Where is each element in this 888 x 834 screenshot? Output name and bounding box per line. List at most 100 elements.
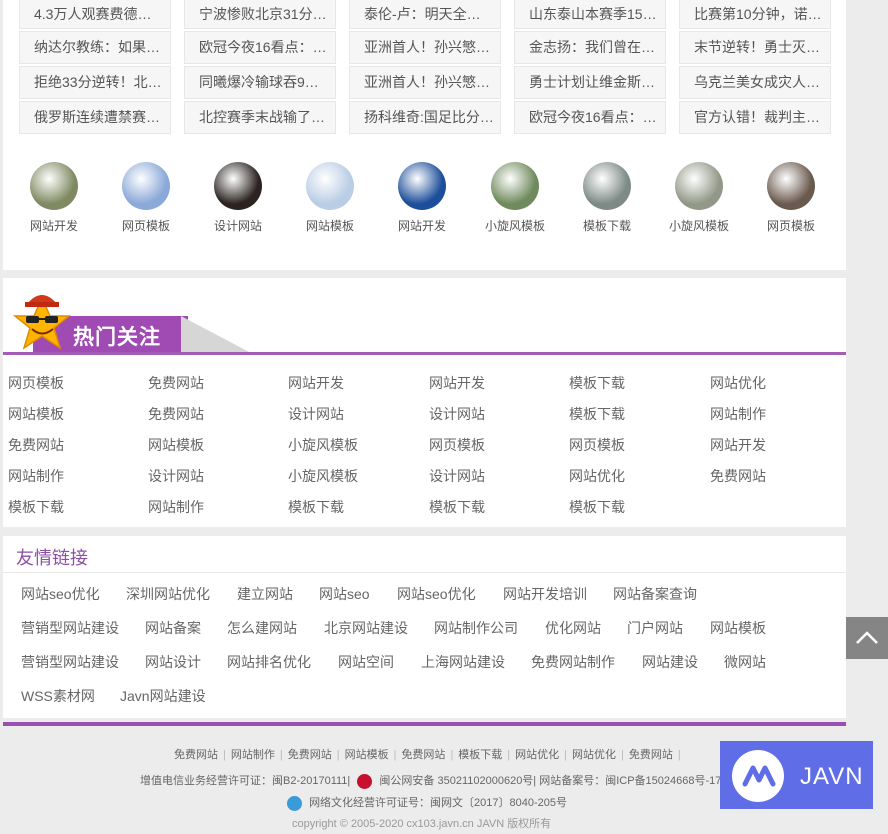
hot-link[interactable]: 设计网站 — [429, 466, 485, 486]
hot-link[interactable]: 网站制作 — [148, 497, 204, 517]
friend-link[interactable]: 网站设计 — [145, 652, 201, 672]
hot-link[interactable]: 网站模板 — [8, 404, 64, 424]
news-link[interactable]: 拒绝33分逆转！北… — [19, 66, 171, 99]
thumbnail-image[interactable] — [398, 162, 446, 210]
thumbnail-item[interactable]: 小旋风模板 — [653, 162, 745, 234]
hot-link[interactable]: 免费网站 — [148, 373, 204, 393]
news-link[interactable]: 金志扬：我们曾在… — [514, 31, 666, 64]
thumbnail-caption[interactable]: 小旋风模板 — [653, 217, 745, 234]
friend-link[interactable]: 网站空间 — [338, 652, 394, 672]
friend-link[interactable]: WSS素材网 — [21, 686, 95, 706]
hot-link[interactable]: 小旋风模板 — [288, 435, 358, 455]
news-link[interactable]: 纳达尔教练：如果… — [19, 31, 171, 64]
hot-link[interactable]: 模板下载 — [569, 373, 625, 393]
thumbnail-caption[interactable]: 网页模板 — [100, 217, 192, 234]
thumbnail-caption[interactable]: 设计网站 — [192, 217, 284, 234]
thumbnail-item[interactable]: 设计网站 — [192, 162, 284, 234]
hot-link[interactable]: 网站制作 — [8, 466, 64, 486]
thumbnail-image[interactable] — [491, 162, 539, 210]
thumbnail-image[interactable] — [30, 162, 78, 210]
news-link[interactable]: 4.3万人观赛费德… — [19, 0, 171, 29]
hot-link[interactable]: 免费网站 — [8, 435, 64, 455]
hot-link[interactable]: 设计网站 — [148, 466, 204, 486]
friend-link[interactable]: 北京网站建设 — [324, 618, 408, 638]
hot-link[interactable]: 免费网站 — [148, 404, 204, 424]
footer-link[interactable]: 网站优化 — [515, 749, 559, 761]
javn-badge[interactable]: JAVN — [720, 741, 873, 809]
thumbnail-item[interactable]: 网站模板 — [284, 162, 376, 234]
friend-link[interactable]: 建立网站 — [237, 584, 293, 604]
news-link[interactable]: 同曦爆冷输球吞9… — [184, 66, 336, 99]
news-link[interactable]: 欧冠今夜16看点：… — [184, 31, 336, 64]
footer-culture[interactable]: 网络文化经营许可证号：闽网文〔2017〕8040-205号 — [309, 797, 567, 809]
thumbnail-item[interactable]: 小旋风模板 — [469, 162, 561, 234]
thumbnail-caption[interactable]: 网站开发 — [8, 217, 100, 234]
thumbnail-caption[interactable]: 网站模板 — [284, 217, 376, 234]
friend-link[interactable]: 网站备案 — [145, 618, 201, 638]
friend-link[interactable]: 免费网站制作 — [531, 652, 615, 672]
friend-link[interactable]: 营销型网站建设 — [21, 652, 119, 672]
footer-link[interactable]: 网站制作 — [231, 749, 275, 761]
hot-link[interactable]: 模板下载 — [569, 404, 625, 424]
hot-link[interactable]: 网页模板 — [569, 435, 625, 455]
hot-link[interactable]: 网站制作 — [710, 404, 766, 424]
friend-link[interactable]: 怎么建网站 — [227, 618, 297, 638]
hot-link[interactable]: 模板下载 — [288, 497, 344, 517]
hot-link[interactable]: 网页模板 — [8, 373, 64, 393]
news-link[interactable]: 比赛第10分钟，诺… — [679, 0, 831, 29]
news-link[interactable]: 扬科维奇:国足比分… — [349, 101, 501, 134]
friend-link[interactable]: 网站制作公司 — [434, 618, 518, 638]
thumbnail-item[interactable]: 网页模板 — [745, 162, 837, 234]
hot-link[interactable]: 设计网站 — [429, 404, 485, 424]
thumbnail-caption[interactable]: 小旋风模板 — [469, 217, 561, 234]
back-to-top-button[interactable] — [846, 617, 888, 659]
thumbnail-item[interactable]: 模板下载 — [561, 162, 653, 234]
friend-link[interactable]: Javn网站建设 — [120, 686, 206, 706]
hot-link[interactable]: 模板下载 — [8, 497, 64, 517]
footer-link[interactable]: 免费网站 — [174, 749, 218, 761]
news-link[interactable]: 勇士计划让维金斯… — [514, 66, 666, 99]
news-link[interactable]: 俄罗斯连续遭禁赛… — [19, 101, 171, 134]
hot-link[interactable]: 网站优化 — [710, 373, 766, 393]
hot-link[interactable]: 网页模板 — [429, 435, 485, 455]
thumbnail-item[interactable]: 网站开发 — [8, 162, 100, 234]
hot-link[interactable]: 网站开发 — [429, 373, 485, 393]
thumbnail-caption[interactable]: 网页模板 — [745, 217, 837, 234]
thumbnail-item[interactable]: 网站开发 — [376, 162, 468, 234]
friend-link[interactable]: 网站建设 — [642, 652, 698, 672]
thumbnail-image[interactable] — [214, 162, 262, 210]
hot-link[interactable]: 网站优化 — [569, 466, 625, 486]
footer-link[interactable]: 网站优化 — [572, 749, 616, 761]
friend-link[interactable]: 网站备案查询 — [613, 584, 697, 604]
news-link[interactable]: 宁波惨败北京31分… — [184, 0, 336, 29]
thumbnail-image[interactable] — [122, 162, 170, 210]
news-link[interactable]: 泰伦-卢：明天全… — [349, 0, 501, 29]
friend-link[interactable]: 优化网站 — [545, 618, 601, 638]
thumbnail-caption[interactable]: 网站开发 — [376, 217, 468, 234]
news-link[interactable]: 山东泰山本赛季15… — [514, 0, 666, 29]
hot-link[interactable]: 网站开发 — [710, 435, 766, 455]
friend-link[interactable]: 上海网站建设 — [421, 652, 505, 672]
footer-link[interactable]: 免费网站 — [629, 749, 673, 761]
news-link[interactable]: 欧冠今夜16看点：… — [514, 101, 666, 134]
friend-link[interactable]: 门户网站 — [627, 618, 683, 638]
friend-link[interactable]: 微网站 — [724, 652, 766, 672]
hot-link[interactable]: 网站开发 — [288, 373, 344, 393]
hot-link[interactable]: 免费网站 — [710, 466, 766, 486]
news-link[interactable]: 亚洲首人！孙兴慜… — [349, 66, 501, 99]
thumbnail-image[interactable] — [583, 162, 631, 210]
news-link[interactable]: 亚洲首人！孙兴慜… — [349, 31, 501, 64]
thumbnail-image[interactable] — [767, 162, 815, 210]
footer-link[interactable]: 模板下载 — [458, 749, 502, 761]
footer-link[interactable]: 免费网站 — [401, 749, 445, 761]
hot-link[interactable]: 网站模板 — [148, 435, 204, 455]
footer-link[interactable]: 免费网站 — [288, 749, 332, 761]
thumbnail-caption[interactable]: 模板下载 — [561, 217, 653, 234]
news-link[interactable]: 北控赛季末战输了… — [184, 101, 336, 134]
friend-link[interactable]: 网站开发培训 — [503, 584, 587, 604]
friend-link[interactable]: 网站seo — [319, 584, 370, 604]
friend-link[interactable]: 网站seo优化 — [21, 584, 100, 604]
friend-link[interactable]: 网站模板 — [710, 618, 766, 638]
news-link[interactable]: 末节逆转！勇士灭… — [679, 31, 831, 64]
hot-link[interactable]: 模板下载 — [569, 497, 625, 517]
